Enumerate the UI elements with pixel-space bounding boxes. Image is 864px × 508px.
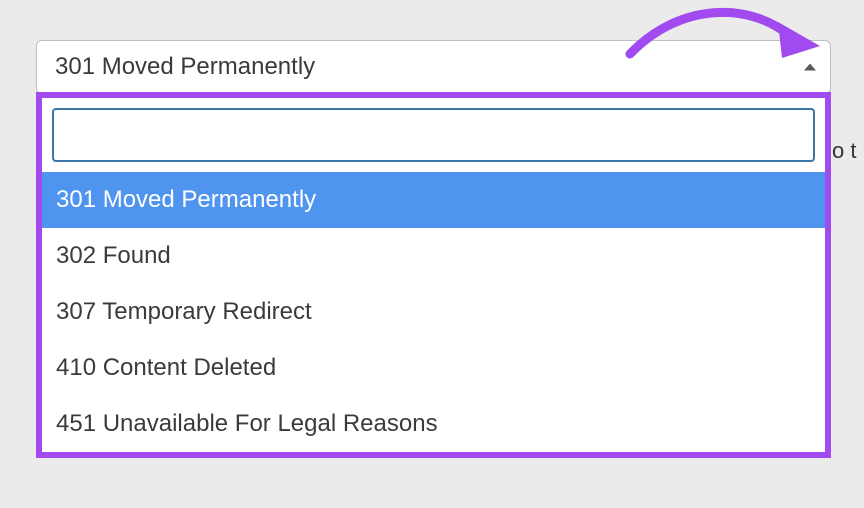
dropdown-option-302[interactable]: 302 Found (42, 228, 825, 284)
dropdown-option-list: 301 Moved Permanently 302 Found 307 Temp… (42, 172, 825, 452)
dropdown-option-label: 301 Moved Permanently (56, 186, 316, 214)
http-code-dropdown: 301 Moved Permanently 302 Found 307 Temp… (36, 92, 831, 458)
dropdown-option-label: 307 Temporary Redirect (56, 298, 312, 326)
truncated-background-text: o t (832, 138, 856, 164)
http-code-select-value: 301 Moved Permanently (55, 53, 315, 81)
dropdown-search-input[interactable] (52, 108, 815, 162)
dropdown-option-307[interactable]: 307 Temporary Redirect (42, 284, 825, 340)
http-code-select[interactable]: 301 Moved Permanently (36, 40, 831, 94)
dropdown-option-label: 410 Content Deleted (56, 354, 276, 382)
dropdown-option-label: 451 Unavailable For Legal Reasons (56, 410, 438, 438)
caret-up-icon (804, 64, 816, 71)
dropdown-option-label: 302 Found (56, 242, 171, 270)
dropdown-option-410[interactable]: 410 Content Deleted (42, 340, 825, 396)
dropdown-option-301[interactable]: 301 Moved Permanently (42, 172, 825, 228)
dropdown-option-451[interactable]: 451 Unavailable For Legal Reasons (42, 396, 825, 452)
